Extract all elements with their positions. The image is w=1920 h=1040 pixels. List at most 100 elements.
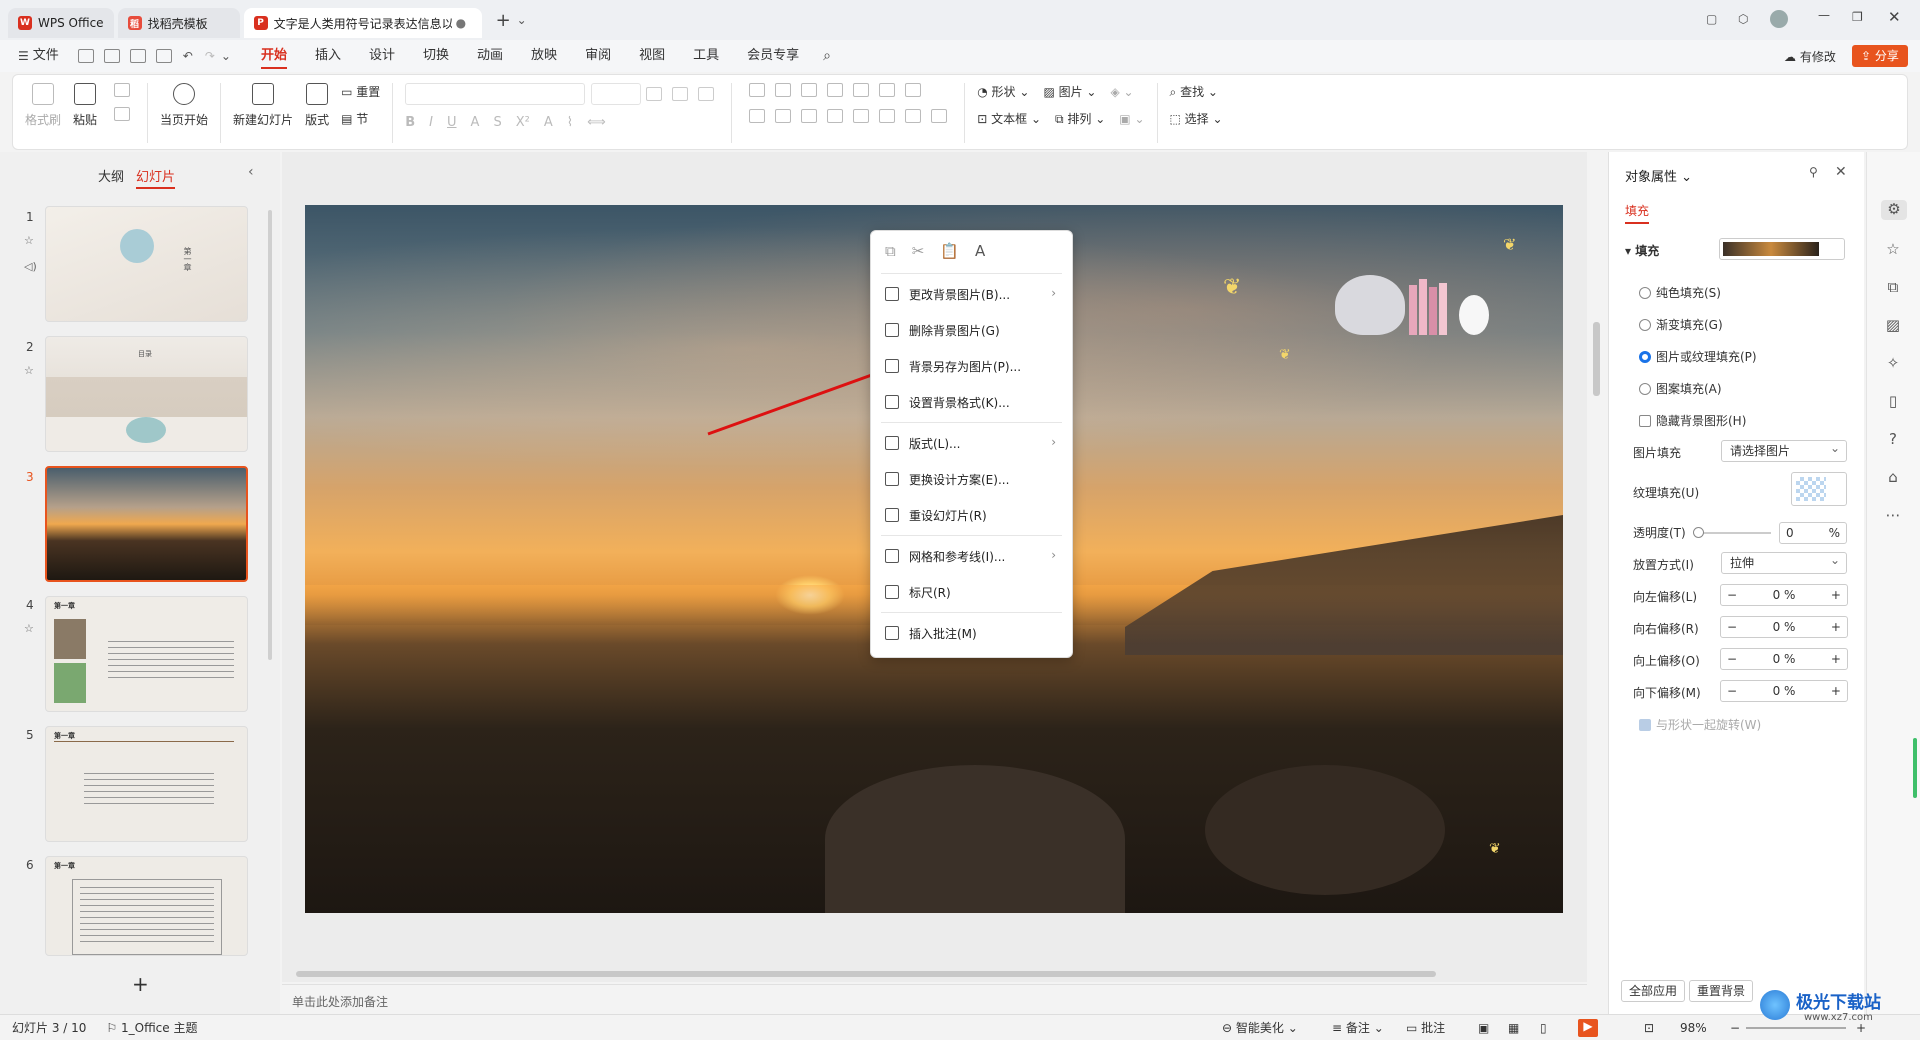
reading-view-icon[interactable]: ▯ bbox=[1540, 1021, 1547, 1035]
picture-button[interactable]: ▨ 图片 ⌄ bbox=[1043, 83, 1096, 100]
paragraph-spacing-icon[interactable] bbox=[905, 109, 922, 123]
unsaved-dot-icon[interactable]: ● bbox=[456, 16, 466, 30]
fill-preview-select[interactable] bbox=[1719, 238, 1845, 260]
slide-thumbnail-4[interactable]: 第一章 bbox=[45, 596, 248, 712]
quick-access-more-icon[interactable]: ⌄ bbox=[221, 49, 231, 63]
fill-icon[interactable]: ◈ ⌄ bbox=[1110, 85, 1133, 99]
theme-info[interactable]: ⚐ 1_Office 主题 bbox=[106, 1019, 197, 1036]
menu-reset-slide[interactable]: 重设幻灯片(R) bbox=[871, 497, 1072, 533]
section-button[interactable]: ▤ 节 bbox=[341, 110, 380, 127]
rotate-with-shape-checkbox[interactable]: 与形状一起旋转(W) bbox=[1639, 716, 1761, 733]
picture-fill-option[interactable]: 图片或纹理填充(P) bbox=[1639, 348, 1757, 365]
slide-thumbnail-6[interactable]: 第一章 bbox=[45, 856, 248, 956]
restore-icon[interactable]: ❐ bbox=[1852, 10, 1863, 24]
offset-left-stepper[interactable]: − 0 % + bbox=[1720, 584, 1848, 606]
align-left-icon[interactable] bbox=[749, 109, 766, 123]
edit-status[interactable]: ☁ 有修改 bbox=[1784, 48, 1836, 65]
offset-bottom-stepper[interactable]: − 0 % + bbox=[1720, 680, 1848, 702]
line-spacing-icon[interactable] bbox=[879, 109, 896, 123]
plus-icon[interactable]: + bbox=[1831, 588, 1841, 602]
menu-file[interactable]: 文件 bbox=[29, 40, 73, 72]
star-icon[interactable]: ☆ bbox=[1883, 240, 1903, 260]
zoom-value[interactable]: 98% bbox=[1680, 1021, 1707, 1035]
menu-save-background-as-picture[interactable]: 背景另存为图片(P)... bbox=[871, 348, 1072, 384]
reset-background-button[interactable]: 重置背景 bbox=[1689, 980, 1754, 1002]
layers-icon[interactable]: ⧉ bbox=[1883, 278, 1903, 298]
transparency-slider[interactable] bbox=[1695, 532, 1771, 534]
clear-format-icon[interactable] bbox=[698, 87, 715, 101]
menu-transition[interactable]: 切换 bbox=[409, 40, 463, 72]
pin-icon[interactable]: ⚲ bbox=[1809, 165, 1818, 179]
slide-sorter-icon[interactable]: ▦ bbox=[1508, 1021, 1519, 1035]
sort-icon[interactable] bbox=[879, 83, 896, 97]
hamburger-icon[interactable]: ☰ bbox=[18, 49, 29, 63]
plus-icon[interactable]: + bbox=[1831, 652, 1841, 666]
apply-all-button[interactable]: 全部应用 bbox=[1621, 980, 1686, 1002]
menu-insert-comment[interactable]: 插入批注(M) bbox=[871, 615, 1072, 651]
minimize-icon[interactable]: — bbox=[1818, 8, 1830, 22]
numbering-icon[interactable] bbox=[775, 83, 792, 97]
underline-icon[interactable]: U bbox=[447, 115, 457, 130]
notes-toggle[interactable]: ≡ 备注 ⌄ bbox=[1332, 1019, 1384, 1036]
format-painter-button[interactable]: 格式刷 bbox=[25, 83, 61, 128]
thumbs-scrollbar[interactable] bbox=[268, 210, 272, 660]
offset-right-stepper[interactable]: − 0 % + bbox=[1720, 616, 1848, 638]
slide-thumbnail-5[interactable]: 第一章 bbox=[45, 726, 248, 842]
columns-icon[interactable] bbox=[853, 83, 870, 97]
properties-icon[interactable]: ⚙ bbox=[1881, 200, 1907, 220]
menu-delete-background[interactable]: 删除背景图片(G) bbox=[871, 312, 1072, 348]
menu-home[interactable]: 开始 bbox=[247, 40, 301, 72]
vertical-scrollbar[interactable] bbox=[1593, 322, 1600, 396]
menu-layout[interactable]: 版式(L)... › bbox=[871, 425, 1072, 461]
new-tab-icon[interactable]: + bbox=[496, 10, 511, 31]
picture-fill-select[interactable]: 请选择图片 bbox=[1721, 438, 1847, 462]
menu-tools[interactable]: 工具 bbox=[679, 40, 733, 72]
offset-top-stepper[interactable]: − 0 % + bbox=[1720, 648, 1848, 670]
transparency-input[interactable]: 0% bbox=[1779, 522, 1847, 544]
copy-icon[interactable] bbox=[114, 107, 131, 121]
paste-text-icon[interactable]: A bbox=[975, 242, 985, 260]
cut-icon[interactable] bbox=[114, 83, 131, 97]
play-slideshow-icon[interactable]: ▶ bbox=[1578, 1018, 1598, 1037]
highlight-icon[interactable]: ⌇ bbox=[567, 115, 573, 130]
fill-tab[interactable]: 填充 bbox=[1625, 202, 1650, 224]
comments-toggle[interactable]: ▭ 批注 bbox=[1406, 1019, 1445, 1036]
menu-grid-guides[interactable]: 网格和参考线(I)... › bbox=[871, 538, 1072, 574]
minus-icon[interactable]: − bbox=[1727, 588, 1737, 602]
tools-icon[interactable]: ✧ bbox=[1883, 354, 1903, 374]
text-direction-icon[interactable] bbox=[905, 83, 922, 97]
paste-button[interactable]: 粘贴 bbox=[73, 83, 97, 128]
plus-icon[interactable]: + bbox=[1831, 620, 1841, 634]
slide-thumbnail-3-selected[interactable] bbox=[45, 466, 248, 582]
print-preview-icon[interactable] bbox=[155, 49, 172, 63]
increase-indent-icon[interactable] bbox=[827, 83, 844, 97]
avatar[interactable] bbox=[1770, 10, 1788, 28]
slides-tab[interactable]: 幻灯片 bbox=[136, 166, 176, 189]
more-icon[interactable]: ⋯ bbox=[1883, 506, 1903, 526]
menu-format-background[interactable]: 设置背景格式(K)... bbox=[871, 384, 1072, 420]
shape-button[interactable]: ◔ 形状 ⌄ bbox=[977, 83, 1029, 100]
pdf-icon[interactable] bbox=[103, 49, 120, 63]
zoom-out-icon[interactable]: − bbox=[1730, 1021, 1740, 1035]
close-panel-icon[interactable]: ✕ bbox=[1835, 164, 1847, 180]
print-icon[interactable] bbox=[129, 49, 146, 63]
tab-wps-office[interactable]: W WPS Office bbox=[8, 8, 114, 38]
arrange-button[interactable]: ⧉ 排列 ⌄ bbox=[1055, 110, 1105, 127]
redo-icon[interactable]: ↷ bbox=[205, 49, 215, 63]
bold-icon[interactable]: B bbox=[405, 115, 415, 130]
reset-button[interactable]: ▭ 重置 bbox=[341, 83, 380, 100]
text-align-icon[interactable] bbox=[931, 109, 948, 123]
select-button[interactable]: ⬚ 选择 ⌄ bbox=[1170, 110, 1223, 127]
menu-change-background[interactable]: 更改背景图片(B)... › bbox=[871, 276, 1072, 312]
menu-design[interactable]: 设计 bbox=[355, 40, 409, 72]
strike-icon[interactable]: A bbox=[471, 115, 480, 130]
copy-icon[interactable]: ⧉ bbox=[885, 242, 896, 260]
slide-thumbnail-2[interactable]: 目录 bbox=[45, 336, 248, 452]
find-button[interactable]: ⌕ 查找 ⌄ bbox=[1170, 83, 1223, 100]
plus-icon[interactable]: + bbox=[1831, 684, 1841, 698]
new-slide-button[interactable]: 新建幻灯片 bbox=[233, 83, 293, 128]
tab-document[interactable]: P 文字是人类用符号记录表达信息以 ● bbox=[243, 8, 482, 38]
outline-tab[interactable]: 大纲 bbox=[98, 166, 124, 185]
layout-button[interactable]: 版式 bbox=[305, 83, 329, 128]
char-spacing-icon[interactable]: ⟺ bbox=[587, 115, 606, 130]
